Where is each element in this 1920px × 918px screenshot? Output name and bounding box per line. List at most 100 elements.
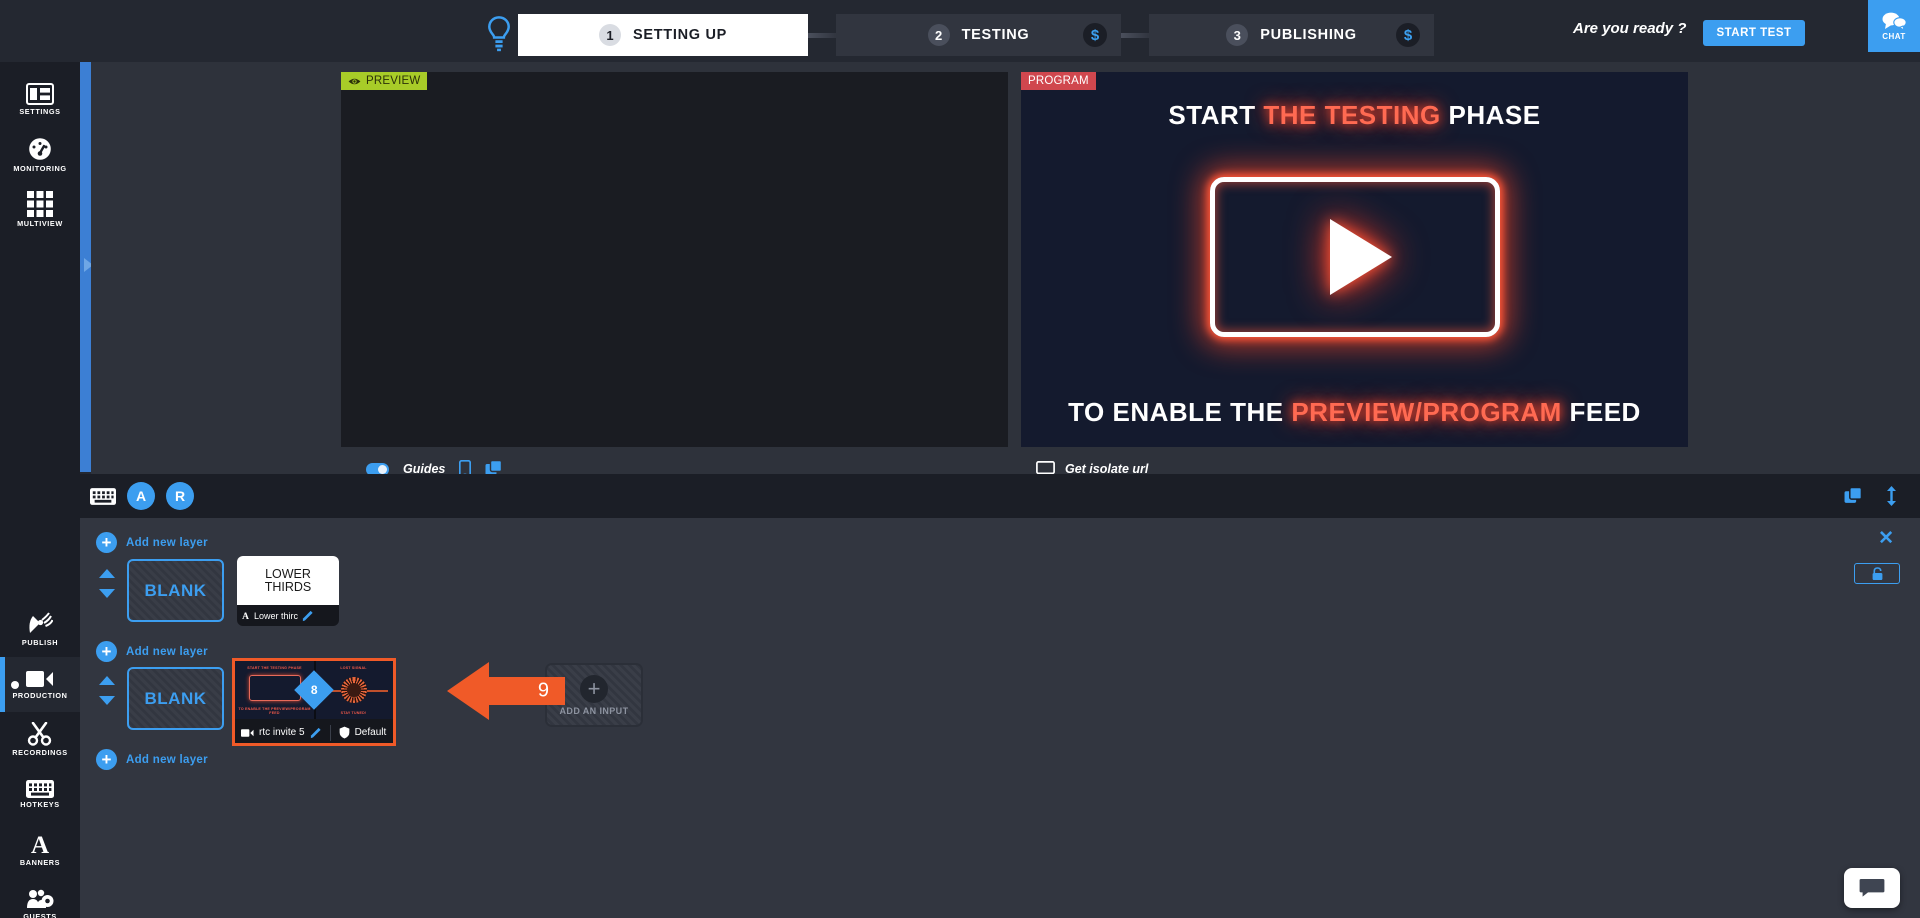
step-number: 1 bbox=[598, 24, 621, 46]
blank-layer-card-2[interactable]: BLANK bbox=[127, 667, 224, 730]
selected-card-name: rtc invite 5 bbox=[259, 727, 305, 738]
people-gear-icon bbox=[27, 889, 54, 908]
layers-toolbar-right bbox=[1844, 474, 1898, 518]
play-triangle bbox=[1329, 219, 1392, 295]
svg-text:A: A bbox=[31, 832, 49, 856]
source-card-lower-thirds[interactable]: LOWER THIRDS A Lower thirc bbox=[237, 556, 339, 626]
layer-reorder-arrows-2 bbox=[99, 676, 115, 705]
dollar-badge: $ bbox=[1396, 23, 1420, 47]
monitor-area: PREVIEW Guides PROGRAM START THE TESTING… bbox=[91, 62, 1920, 478]
sidebar-label: PRODUCTION bbox=[12, 691, 68, 700]
add-new-layer-top[interactable]: + Add new layer bbox=[96, 532, 208, 553]
pencil-icon[interactable] bbox=[302, 610, 314, 622]
program-tag: PROGRAM bbox=[1021, 72, 1096, 90]
add-new-layer-bottom[interactable]: + Add new layer bbox=[96, 749, 208, 770]
program-tag-label: PROGRAM bbox=[1028, 75, 1089, 87]
play-button-icon bbox=[1209, 177, 1500, 337]
shield-icon bbox=[339, 726, 349, 739]
layers-stage: + Add new layer BLANK LOWER THIRDS A Low… bbox=[80, 518, 1920, 918]
duplicate-layers-icon[interactable] bbox=[1844, 486, 1863, 506]
sidebar-item-publish[interactable]: PUBLISH bbox=[0, 602, 80, 657]
move-layer-down-button[interactable] bbox=[99, 696, 115, 705]
move-layer-down-button[interactable] bbox=[99, 589, 115, 598]
chat-button[interactable]: CHAT bbox=[1868, 0, 1920, 52]
letter-a-icon: A bbox=[31, 832, 49, 856]
chat-bubble-icon bbox=[1859, 879, 1885, 897]
layers-toolbar: A R bbox=[80, 474, 1920, 518]
video-camera-icon bbox=[26, 671, 53, 687]
chat-bubbles-icon bbox=[1882, 12, 1907, 31]
lock-button[interactable] bbox=[1854, 563, 1900, 584]
layer-reorder-arrows bbox=[99, 569, 115, 598]
left-sidebar: SETTINGS MONITORING MULTIVIEW PUBLISH PR… bbox=[0, 62, 80, 918]
selected-card-footer: rtc invite 5 Default bbox=[235, 719, 393, 743]
sidebar-label: GUESTS bbox=[23, 912, 57, 918]
sidebar-item-hotkeys[interactable]: HOTKEYS bbox=[0, 767, 80, 822]
program-panel: PROGRAM START THE TESTING PHASE TO ENABL… bbox=[1021, 72, 1688, 477]
move-layer-up-button[interactable] bbox=[99, 676, 115, 685]
grid-icon bbox=[27, 191, 53, 217]
sidebar-item-production[interactable]: PRODUCTION bbox=[0, 657, 80, 712]
scissors-icon bbox=[27, 722, 52, 746]
step-number: 3 bbox=[1226, 24, 1249, 46]
audio-badge-a[interactable]: A bbox=[127, 482, 155, 510]
footer-divider bbox=[329, 724, 331, 741]
chat-label: CHAT bbox=[1882, 32, 1906, 41]
pencil-icon[interactable] bbox=[310, 727, 322, 739]
sidebar-item-recordings[interactable]: RECORDINGS bbox=[0, 712, 80, 767]
keyboard-icon[interactable] bbox=[90, 487, 116, 505]
dollar-badge: $ bbox=[1083, 23, 1107, 47]
source-thumbnail: LOWER THIRDS bbox=[237, 556, 339, 605]
preview-tag-label: PREVIEW bbox=[366, 75, 421, 87]
close-icon[interactable]: ✕ bbox=[1878, 527, 1894, 550]
active-dot-icon bbox=[11, 680, 19, 689]
sidebar-item-guests[interactable]: GUESTS bbox=[0, 877, 80, 918]
plus-circle-icon: + bbox=[96, 641, 117, 662]
mini-text-top: LOST SIGNAL bbox=[340, 666, 367, 670]
sidebar-item-multiview[interactable]: MULTIVIEW bbox=[0, 182, 80, 237]
step-testing[interactable]: 2 TESTING $ bbox=[836, 14, 1121, 56]
step-label: SETTING UP bbox=[632, 27, 727, 43]
add-input-label: ADD AN INPUT bbox=[559, 705, 629, 716]
move-layer-up-button[interactable] bbox=[99, 569, 115, 578]
headline-post: PHASE bbox=[1440, 100, 1541, 130]
preview-panel: PREVIEW Guides bbox=[341, 72, 1008, 478]
step-number: 2 bbox=[927, 24, 950, 46]
sidebar-label: PUBLISH bbox=[21, 638, 59, 647]
lightbulb-icon bbox=[488, 16, 510, 52]
mini-signal-ring bbox=[340, 677, 367, 703]
sidebar-label: SETTINGS bbox=[19, 107, 61, 116]
annotation-arrow-9 bbox=[447, 662, 565, 720]
gauge-icon bbox=[27, 136, 53, 162]
sidebar-item-monitoring[interactable]: MONITORING bbox=[0, 127, 80, 182]
headline-highlight: PREVIEW/PROGRAM bbox=[1291, 397, 1562, 427]
step-label: PUBLISHING bbox=[1260, 27, 1357, 43]
selected-source-card[interactable]: START THE TESTING PHASE TO ENABLE THE PR… bbox=[232, 658, 396, 746]
sidebar-item-banners[interactable]: A BANNERS bbox=[0, 822, 80, 877]
sidebar-label: MONITORING bbox=[13, 164, 67, 173]
top-bar: 1 SETTING UP 2 TESTING $ 3 PUBLISHING $ … bbox=[0, 0, 1920, 68]
satellite-dish-icon bbox=[29, 612, 53, 633]
add-new-layer-middle[interactable]: + Add new layer bbox=[96, 641, 208, 662]
sidebar-item-settings[interactable]: SETTINGS bbox=[0, 72, 80, 127]
sidebar-label: RECORDINGS bbox=[12, 748, 68, 757]
eye-icon bbox=[348, 78, 361, 84]
mini-text-bottom: STAY TUNED! bbox=[340, 711, 367, 715]
source-thumbnail: START THE TESTING PHASE TO ENABLE THE PR… bbox=[235, 661, 393, 719]
vertical-resize-icon[interactable] bbox=[1885, 486, 1898, 506]
step-publishing[interactable]: 3 PUBLISHING $ bbox=[1149, 14, 1434, 56]
workflow-steps: 1 SETTING UP 2 TESTING $ 3 PUBLISHING $ bbox=[518, 14, 1434, 56]
blank-layer-card-1[interactable]: BLANK bbox=[127, 559, 224, 622]
floating-chat-button[interactable] bbox=[1844, 868, 1900, 908]
headline-post: FEED bbox=[1561, 397, 1641, 427]
mini-text-top: START THE TESTING PHASE bbox=[247, 666, 302, 670]
sidebar-label: MULTIVIEW bbox=[17, 219, 63, 228]
start-test-button[interactable]: START TEST bbox=[1703, 20, 1805, 46]
program-screen[interactable]: PROGRAM START THE TESTING PHASE TO ENABL… bbox=[1021, 72, 1688, 447]
step-setting-up[interactable]: 1 SETTING UP bbox=[518, 14, 808, 56]
record-badge-r[interactable]: R bbox=[166, 482, 194, 510]
add-layer-label: Add new layer bbox=[126, 645, 208, 658]
preview-screen[interactable]: PREVIEW bbox=[341, 72, 1008, 447]
step-connector bbox=[808, 32, 836, 38]
thumb-line-2: THIRDS bbox=[264, 579, 312, 594]
